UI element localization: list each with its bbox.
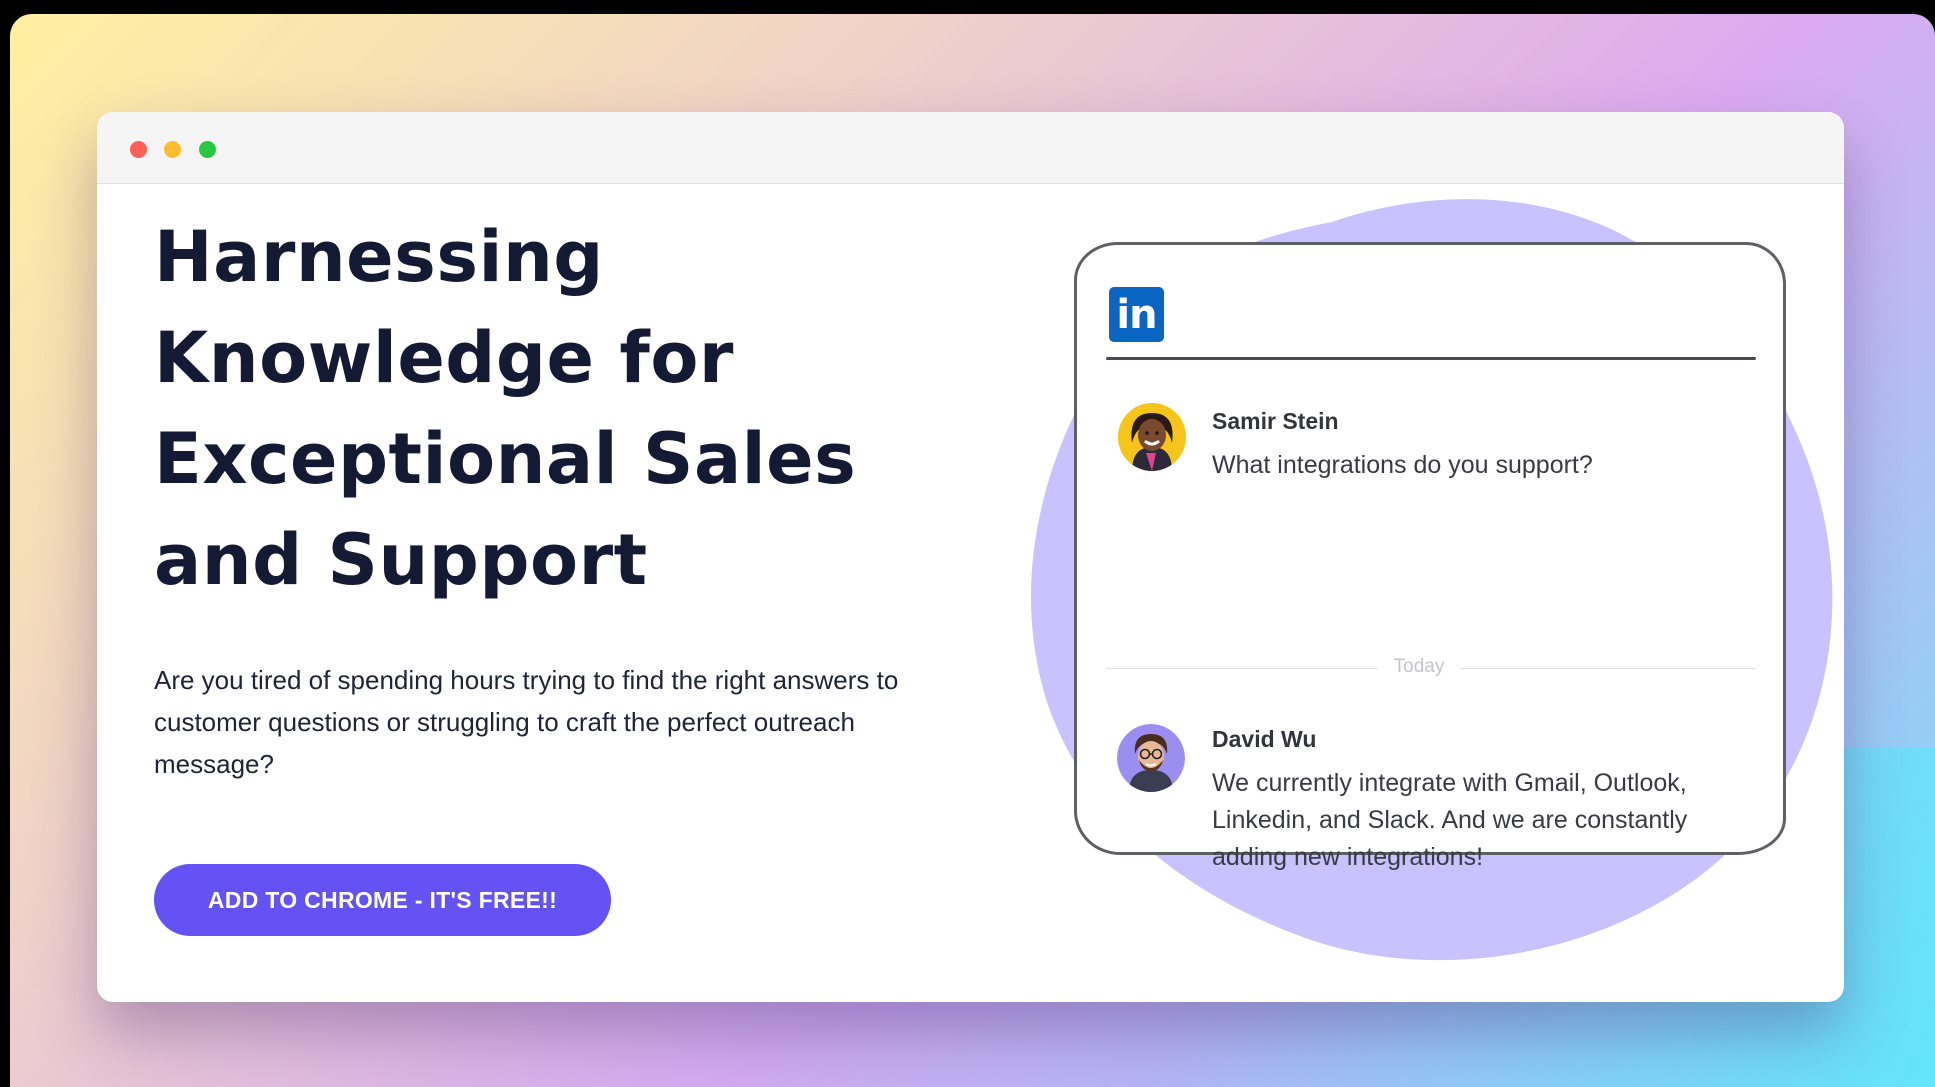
close-window-button[interactable] — [130, 141, 147, 158]
headline-line-4: and Support — [154, 519, 648, 601]
minimize-window-button[interactable] — [164, 141, 181, 158]
headline-line-1: Harnessing — [154, 216, 604, 298]
window-titlebar — [97, 112, 1844, 184]
browser-window: Harnessing Knowledge for Exceptional Sal… — [97, 112, 1844, 1002]
headline-line-2: Knowledge for — [154, 317, 734, 399]
maximize-window-button[interactable] — [199, 141, 216, 158]
headline-line-3: Exceptional Sales — [154, 418, 857, 500]
add-to-chrome-button[interactable]: ADD TO CHROME - IT'S FREE!! — [154, 864, 611, 936]
hero-subtext: Are you tired of spending hours trying t… — [154, 665, 899, 779]
hero-headline: Harnessing Knowledge for Exceptional Sal… — [154, 207, 954, 611]
